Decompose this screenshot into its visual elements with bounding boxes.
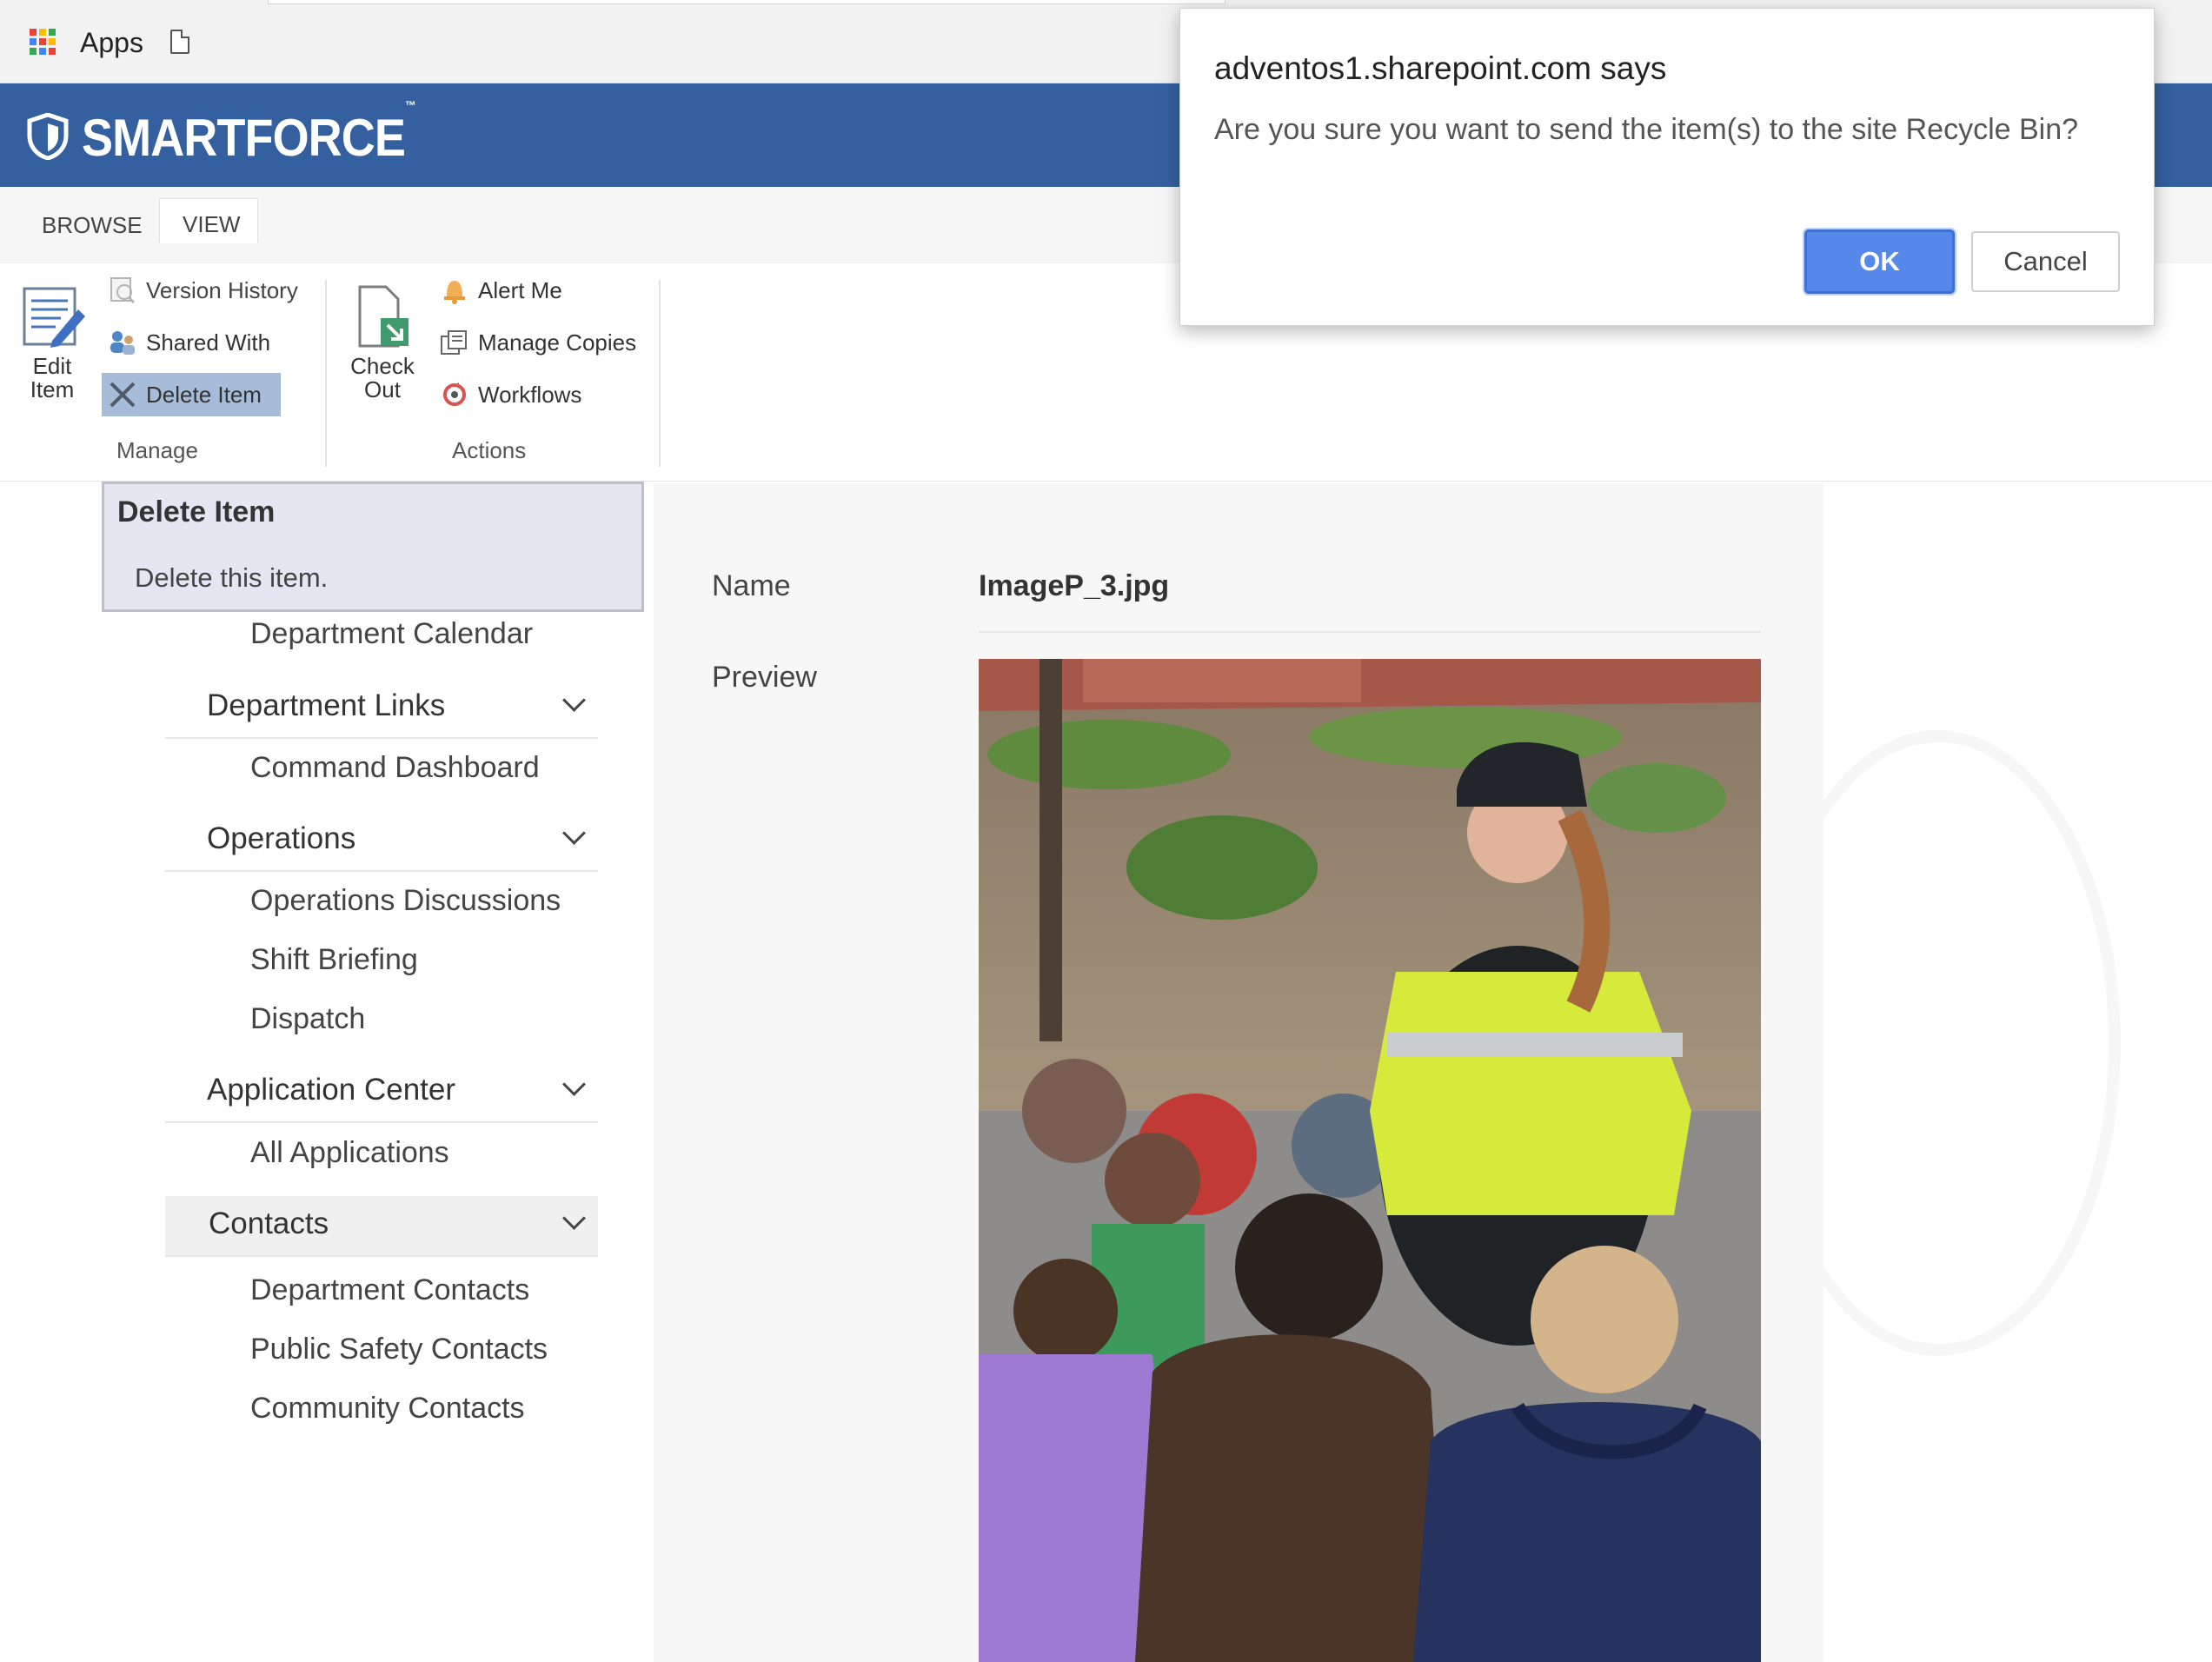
- field-divider: [979, 631, 1761, 633]
- nav-link-dispatch[interactable]: Dispatch: [250, 1002, 365, 1036]
- workflows-button[interactable]: Workflows: [440, 373, 581, 416]
- tab-browse[interactable]: BROWSE: [17, 202, 167, 249]
- preview-field-label: Preview: [712, 661, 817, 694]
- address-bar-edge[interactable]: [268, 0, 1226, 4]
- page-bookmark-icon[interactable]: [170, 30, 189, 54]
- chevron-down-icon[interactable]: [562, 1207, 586, 1230]
- tooltip-title: Delete Item: [117, 495, 276, 529]
- nav-section-heading: Department Links: [207, 688, 446, 722]
- nav-link-all-applications[interactable]: All Applications: [250, 1136, 449, 1170]
- shared-with-button[interactable]: Shared With: [108, 321, 270, 364]
- edit-document-icon: [23, 287, 85, 348]
- nav-section-contacts[interactable]: Contacts: [165, 1196, 598, 1257]
- manage-group-label: Manage: [116, 437, 198, 463]
- alert-me-label: Alert Me: [478, 276, 562, 303]
- nav-link-operations-discussions[interactable]: Operations Discussions: [250, 884, 561, 918]
- logo-trademark: ™: [404, 98, 416, 112]
- check-out-icon: [358, 285, 409, 348]
- image-preview[interactable]: [979, 659, 1761, 1662]
- apps-bookmark-label[interactable]: Apps: [80, 27, 143, 59]
- dialog-title: adventos1.sharepoint.com says: [1214, 50, 1667, 86]
- manage-copies-icon: [441, 330, 467, 355]
- name-field-label: Name: [712, 569, 791, 602]
- edit-item-label-1: Edit: [32, 353, 72, 379]
- cancel-button[interactable]: Cancel: [1971, 231, 2120, 292]
- nav-section-operations[interactable]: Operations: [165, 811, 598, 872]
- shared-with-icon: [110, 331, 135, 355]
- workflows-icon: [443, 382, 466, 406]
- nav-link-community-contacts[interactable]: Community Contacts: [250, 1392, 525, 1426]
- edit-item-label-2: Item: [30, 376, 75, 402]
- check-out-button[interactable]: Check Out: [346, 280, 419, 410]
- nav-link-shift-briefing[interactable]: Shift Briefing: [250, 943, 418, 977]
- nav-link-command-dashboard[interactable]: Command Dashboard: [250, 751, 540, 785]
- shared-with-label: Shared With: [146, 329, 271, 356]
- manage-copies-button[interactable]: Manage Copies: [440, 321, 636, 364]
- chevron-down-icon[interactable]: [562, 821, 586, 845]
- workflows-label: Workflows: [478, 381, 582, 408]
- logo-text: SMARTFORCE: [82, 109, 406, 167]
- version-history-label: Version History: [146, 276, 298, 303]
- dialog-message: Are you sure you want to send the item(s…: [1214, 113, 2079, 146]
- nav-link-department-calendar[interactable]: Department Calendar: [250, 617, 533, 651]
- name-field-value: ImageP_3.jpg: [979, 569, 1170, 602]
- tooltip-description: Delete this item.: [135, 562, 329, 593]
- chevron-down-icon[interactable]: [562, 688, 586, 712]
- alert-me-button[interactable]: Alert Me: [440, 269, 562, 312]
- nav-section-department-links[interactable]: Department Links: [165, 678, 598, 739]
- nav-section-heading: Contacts: [209, 1207, 329, 1240]
- delete-x-icon: [110, 382, 136, 408]
- check-out-label-1: Check: [350, 353, 415, 379]
- bell-icon: [444, 281, 465, 304]
- nav-section-heading: Application Center: [207, 1073, 455, 1107]
- check-out-label-2: Out: [364, 376, 401, 402]
- version-history-icon: [110, 277, 136, 304]
- shield-logo-icon: [27, 113, 69, 160]
- version-history-button[interactable]: Version History: [108, 269, 298, 312]
- ribbon-separator: [659, 280, 661, 467]
- actions-group-label: Actions: [452, 437, 527, 463]
- apps-grid-icon[interactable]: [30, 29, 56, 55]
- delete-item-label: Delete Item: [146, 381, 262, 408]
- site-logo[interactable]: SMARTFORCE™: [82, 98, 416, 168]
- nav-section-application-center[interactable]: Application Center: [165, 1062, 598, 1123]
- nav-section-heading: Operations: [207, 821, 356, 855]
- tab-view[interactable]: VIEW: [159, 198, 258, 243]
- chevron-down-icon[interactable]: [562, 1073, 586, 1096]
- delete-item-button[interactable]: Delete Item: [108, 373, 262, 416]
- nav-link-department-contacts[interactable]: Department Contacts: [250, 1273, 529, 1307]
- ribbon-separator: [325, 280, 327, 467]
- manage-copies-label: Manage Copies: [478, 329, 637, 356]
- nav-link-public-safety-contacts[interactable]: Public Safety Contacts: [250, 1333, 548, 1366]
- ok-button[interactable]: OK: [1804, 229, 1955, 294]
- edit-item-button[interactable]: Edit Item: [16, 280, 89, 410]
